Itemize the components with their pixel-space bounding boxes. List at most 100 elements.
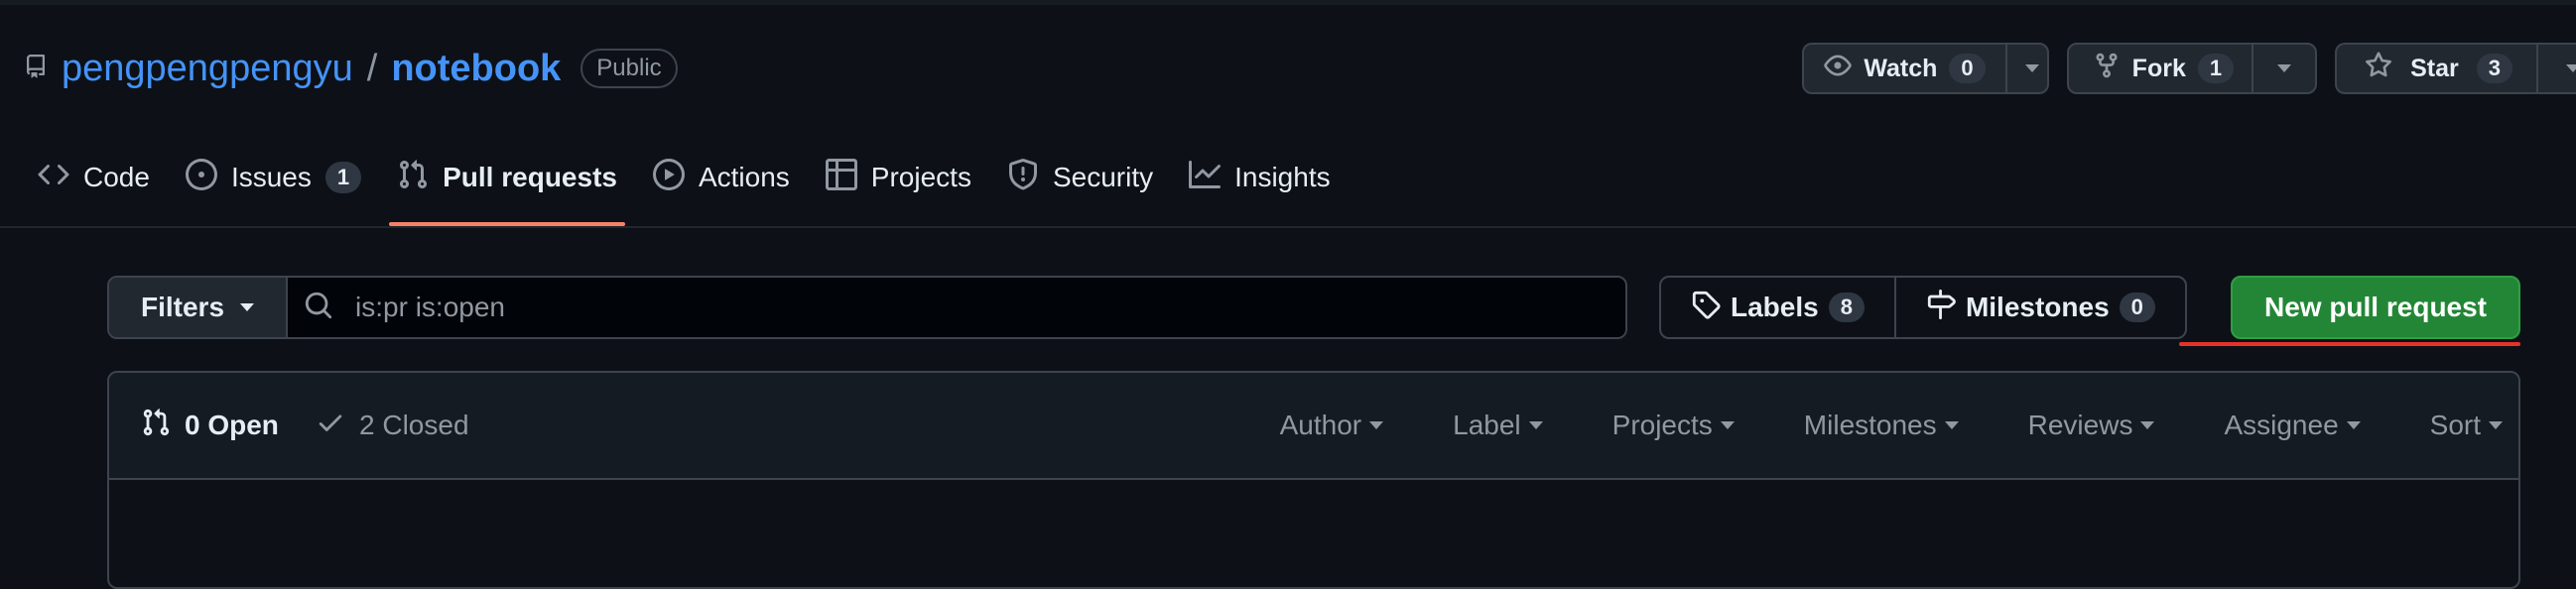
fork-dropdown-button[interactable] [2252,45,2315,92]
label-filter-menu[interactable]: Label [1437,410,1559,441]
highlight-underline [2179,342,2520,346]
chevron-down-icon [2024,64,2039,72]
milestone-icon [1926,289,1956,326]
menu-label: Label [1453,410,1521,440]
menu-label: Sort [2429,410,2481,440]
milestones-label: Milestones [1965,292,2110,322]
star-count: 3 [2476,54,2512,83]
watch-count: 0 [1949,54,1986,83]
watch-dropdown-button[interactable] [2004,45,2047,92]
reviews-filter-menu[interactable]: Reviews [2012,410,2171,441]
search-icon [304,291,333,325]
check-icon [316,408,345,444]
tab-actions[interactable]: Actions [635,139,808,226]
chevron-down-icon [240,303,255,311]
star-label: Star [2410,54,2459,82]
menu-label: Author [1279,410,1362,440]
repo-path-separator: / [366,47,378,89]
tag-icon [1691,290,1721,326]
author-filter-menu[interactable]: Author [1264,410,1400,441]
repo-name-link[interactable]: notebook [391,48,561,90]
table-icon [825,158,857,197]
chevron-down-icon [2346,421,2361,429]
git-pull-request-icon [397,159,429,197]
tab-label: Security [1052,162,1154,192]
assignee-filter-menu[interactable]: Assignee [2208,410,2376,441]
labels-count: 8 [1828,293,1865,322]
repo-actions: Watch 0 Fork 1 Star 3 [1802,43,2576,94]
chevron-down-icon [1720,421,1735,429]
chevron-down-icon [2489,421,2503,429]
repo-title: pengpengpengyu / notebook Public [24,44,678,93]
graph-icon [1189,159,1222,197]
play-icon [652,158,685,197]
open-filter-link[interactable]: 0 Open [141,373,279,478]
labels-milestones-group: Labels 8 Milestones 0 [1659,276,2187,339]
tab-projects[interactable]: Projects [808,139,989,226]
closed-count-label: 2 Closed [359,410,469,440]
eye-icon [1824,52,1853,86]
chevron-down-icon [1369,421,1384,429]
open-count-label: 0 Open [185,410,279,440]
repo-owner-link[interactable]: pengpengpengyu [62,48,353,90]
filters-search-group: Filters [107,276,1627,339]
tab-insights[interactable]: Insights [1171,139,1349,226]
tab-security[interactable]: Security [989,139,1171,226]
menu-label: Projects [1611,410,1713,440]
star-button-group: Star 3 [2335,43,2576,94]
closed-filter-link[interactable]: 2 Closed [316,373,469,478]
repo-header: pengpengpengyu / notebook Public Watch 0 [0,0,2576,228]
git-pull-request-icon [141,408,171,444]
fork-button[interactable]: Fork 1 [2069,45,2252,92]
fork-count: 1 [2197,54,2235,83]
issues-count-badge: 1 [324,162,362,193]
tab-label: Actions [698,162,790,192]
labels-button[interactable]: Labels 8 [1661,278,1894,337]
chevron-down-icon [1528,421,1543,429]
menu-label: Reviews [2027,410,2133,440]
star-icon [2365,51,2392,86]
tab-label: Insights [1234,162,1331,192]
list-header: 0 Open 2 Closed Author Label Projects Mi… [109,373,2518,480]
labels-label: Labels [1731,292,1819,322]
filters-label: Filters [141,292,225,322]
header-divider [0,226,2576,228]
chevron-down-icon [1944,421,1959,429]
fork-label: Fork [2131,54,2186,82]
repo-forked-icon [2093,52,2121,86]
search-input[interactable] [353,291,1450,324]
pull-requests-list: 0 Open 2 Closed Author Label Projects Mi… [107,371,2520,589]
menu-label: Assignee [2224,410,2339,440]
watch-button-group: Watch 0 [1802,43,2049,94]
watch-button[interactable]: Watch 0 [1804,45,2004,92]
milestones-filter-menu[interactable]: Milestones [1788,410,1975,441]
sort-filter-menu[interactable]: Sort [2414,410,2518,441]
milestones-count: 0 [2119,293,2155,322]
issue-opened-icon [185,158,217,197]
tab-label: Issues [230,162,312,192]
fork-button-group: Fork 1 [2066,43,2318,94]
shield-icon [1007,158,1039,197]
star-dropdown-button[interactable] [2536,45,2576,92]
milestones-button[interactable]: Milestones 0 [1893,278,2185,337]
menu-label: Milestones [1803,410,1937,440]
tab-label: Code [83,162,150,192]
repo-icon [24,54,48,83]
chevron-down-icon [2277,64,2292,72]
visibility-badge: Public [580,49,678,88]
tab-issues[interactable]: Issues 1 [168,139,379,226]
filters-button[interactable]: Filters [109,278,289,337]
filter-menus: Author Label Projects Milestones Reviews… [1264,373,2518,478]
pr-subnav: Filters Labels 8 Milestones 0 New pull r… [107,276,2520,346]
star-button[interactable]: Star 3 [2337,45,2536,92]
chevron-down-icon [2140,421,2155,429]
projects-filter-menu[interactable]: Projects [1597,410,1750,441]
tab-pull-requests[interactable]: Pull requests [379,139,635,226]
repo-nav: Code Issues 1 Pull requests Actions Proj… [0,139,2576,226]
chevron-down-icon [2566,64,2576,72]
tab-code[interactable]: Code [20,139,168,226]
new-pull-request-button[interactable]: New pull request [2231,276,2520,339]
search-field [288,278,1625,337]
tab-label: Projects [870,162,971,192]
tab-label: Pull requests [443,162,617,192]
